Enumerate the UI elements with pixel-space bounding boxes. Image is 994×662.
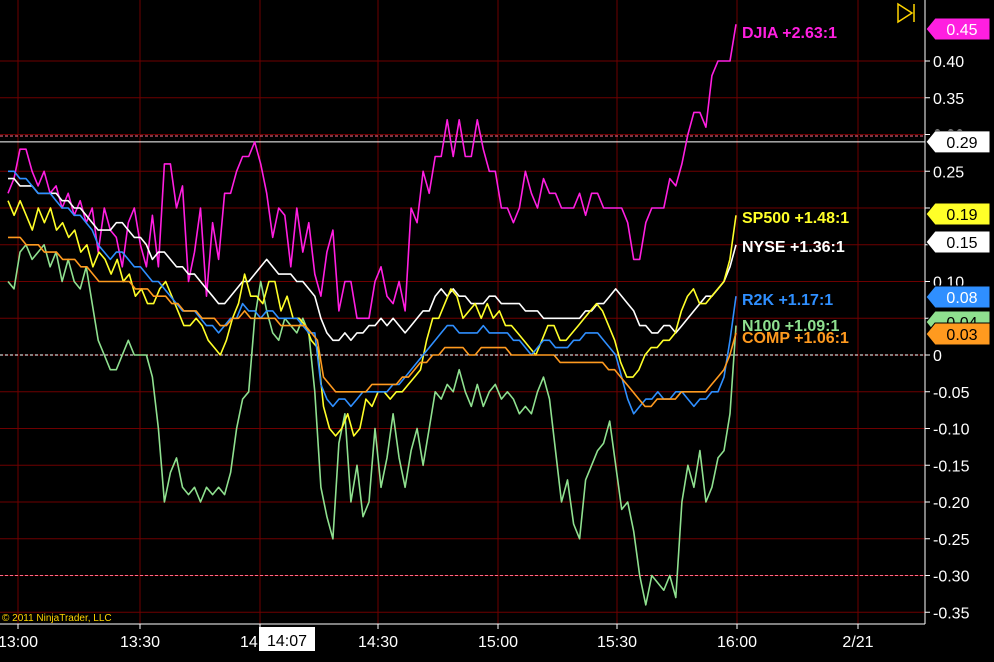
y-tick-label: -0.10 (933, 422, 970, 439)
y-tick-label: -0.30 (933, 569, 970, 586)
copyright-text: © 2011 NinjaTrader, LLC (2, 613, 112, 624)
x-tick-label: 13:30 (120, 634, 160, 651)
series-label: R2K +1.17:1 (742, 292, 833, 309)
reference-tag-label: 0.29 (946, 135, 977, 152)
x-tick-label: 13:00 (0, 634, 38, 651)
y-tick-label: 0 (933, 348, 942, 365)
y-tick-label: 0.25 (933, 164, 964, 181)
series-label: DJIA +2.63:1 (742, 25, 837, 42)
y-tick-label: -0.05 (933, 385, 970, 402)
y-tick-label: -0.20 (933, 495, 970, 512)
y-tick-label: -0.25 (933, 532, 970, 549)
value-tag-label: 0.03 (946, 327, 977, 344)
y-tick-label: 0.40 (933, 54, 964, 71)
series-label: SP500 +1.48:1 (742, 210, 849, 227)
x-tick-label: 15:30 (597, 634, 637, 651)
series-label: COMP +1.06:1 (742, 330, 849, 347)
cursor-time-label: 14:07 (267, 633, 307, 650)
value-tag-label: 0.19 (946, 207, 977, 224)
y-tick-label: -0.15 (933, 458, 970, 475)
x-tick-label: 14:30 (358, 634, 398, 651)
x-tick-label: 16:00 (717, 634, 757, 651)
chart-canvas: N100 +1.09:1DJIA +2.63:1NYSE +1.36:1SP50… (0, 0, 994, 662)
y-tick-label: 0.35 (933, 91, 964, 108)
value-tag-label: 0.08 (946, 290, 977, 307)
value-tag-label: 0.15 (946, 235, 977, 252)
series-label: NYSE +1.36:1 (742, 239, 845, 256)
y-tick-label: -0.35 (933, 605, 970, 622)
value-tag-label: 0.45 (946, 22, 977, 39)
x-tick-label: 15:00 (478, 634, 518, 651)
x-tick-label: 2/21 (842, 634, 873, 651)
cursor-time-marker: 14:07 (259, 627, 315, 651)
